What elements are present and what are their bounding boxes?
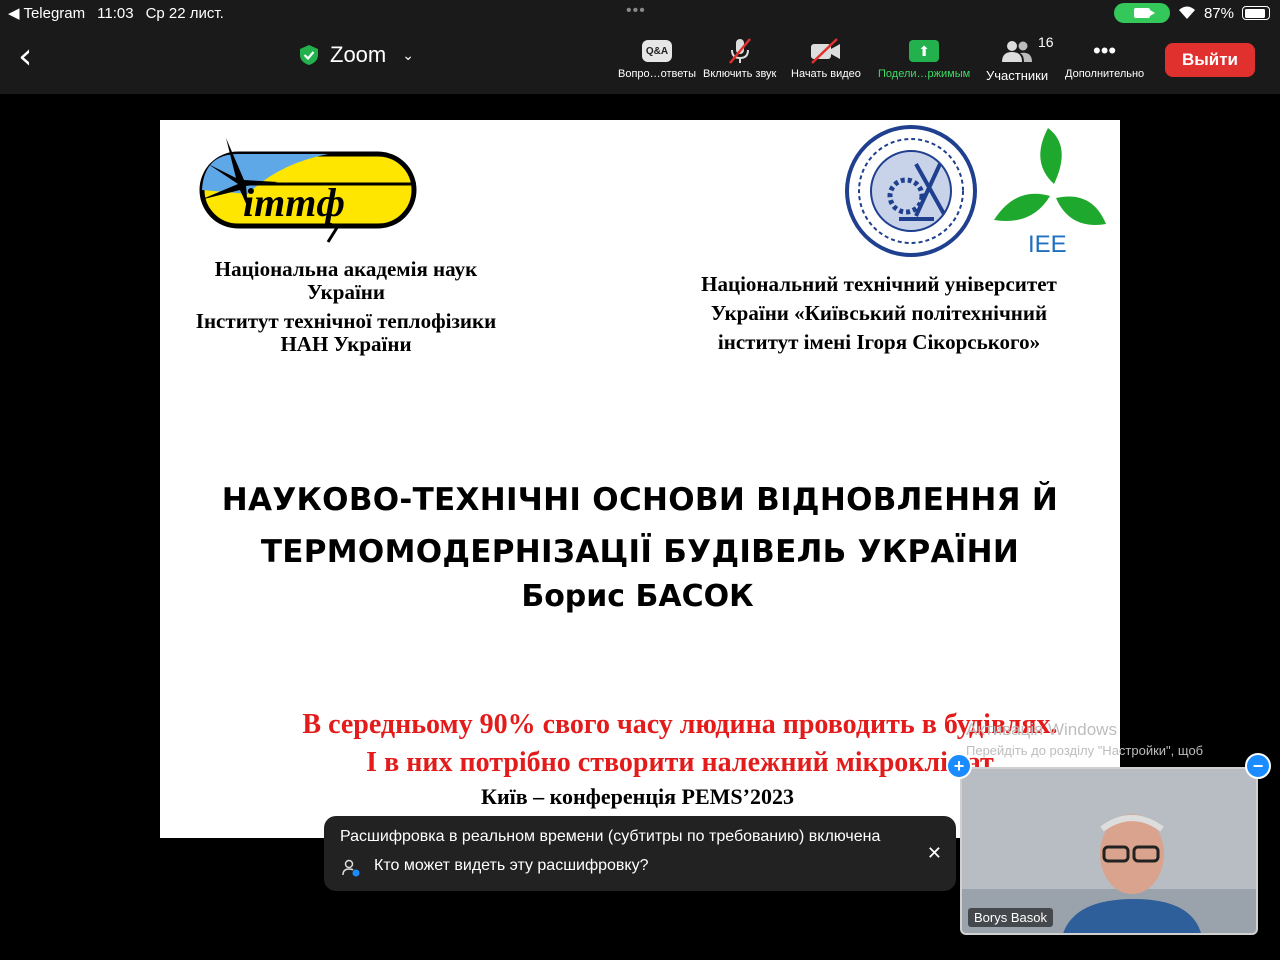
camera-in-use-icon	[1113, 3, 1170, 23]
windows-activation-watermark: Активація Windows	[966, 720, 1117, 739]
participants-icon	[1002, 41, 1033, 62]
battery-percent: 87%	[1203, 4, 1234, 22]
transcription-status-text: Расшифровка в реальном времени (субтитры…	[340, 828, 881, 845]
more-dots-icon: •••	[1093, 38, 1117, 63]
ittf-logo-text: іттф	[243, 180, 345, 225]
kpi-seal-icon	[845, 125, 977, 257]
leave-button[interactable]: Выйти	[1165, 43, 1255, 77]
back-to-app-link[interactable]: ◀ Telegram	[8, 4, 85, 22]
unmute-label: Включить звук	[703, 68, 777, 80]
status-bar: ◀ Telegram 11:03 Ср 22 лист. ••• 87%	[0, 0, 1280, 26]
back-app-label: Telegram	[23, 5, 86, 22]
share-label: Подели…ржимым	[878, 68, 971, 80]
muted-mic-icon	[728, 38, 751, 64]
left-organization: Національна академія наук України Інстит…	[160, 258, 532, 356]
close-icon[interactable]: ✕	[927, 843, 942, 864]
zoom-toolbar: ‹ Zoom ⌄ Q&A Вопро…ответы Включить звук …	[0, 26, 1280, 94]
share-screen-button[interactable]: ⬆ Подели…ржимым	[878, 34, 970, 80]
iee-logo-icon: IEE	[994, 128, 1106, 258]
viewer-person-icon	[342, 859, 360, 877]
qa-button[interactable]: Q&A Вопро…ответы	[618, 34, 696, 80]
qa-label: Вопро…ответы	[618, 68, 696, 80]
left-org-line: України	[306, 280, 385, 304]
participants-label: Участники	[986, 68, 1049, 83]
status-time: 11:03	[97, 4, 134, 22]
expand-video-button[interactable]: +	[946, 753, 972, 779]
minimize-video-button[interactable]: −	[1245, 753, 1271, 779]
slide-title: НАУКОВО-ТЕХНІЧНІ ОСНОВИ ВІДНОВЛЕННЯ Й ТЕ…	[190, 474, 1090, 578]
shield-icon	[300, 45, 318, 65]
status-date: Ср 22 лист.	[145, 4, 224, 22]
share-arrow-icon: ⬆	[909, 40, 940, 62]
windows-activation-hint: Перейдіть до розділу "Настройки", щоб	[966, 743, 1204, 758]
slide-title-line: ТЕРМОМОДЕРНІЗАЦІЇ БУДІВЕЛЬ УКРАЇНИ	[260, 534, 1020, 570]
wifi-icon	[1178, 6, 1195, 19]
left-org-line: Національна академія наук	[214, 257, 478, 281]
participant-video-thumbnail[interactable]: Borys Basok	[960, 767, 1258, 935]
left-org-line: НАН України	[280, 332, 412, 356]
participant-name: Borys Basok	[968, 908, 1053, 927]
multitask-dots-icon[interactable]: •••	[626, 2, 646, 20]
who-can-see-link[interactable]: Кто может видеть эту расшифровку?	[374, 857, 649, 875]
status-right: 87%	[1113, 3, 1270, 23]
right-org-line: інститут імені Ігоря Сікорського»	[717, 330, 1041, 354]
right-organization: Національний технічний університет Украї…	[660, 270, 1098, 357]
ittf-logo-icon: іттф	[199, 138, 417, 243]
start-video-label: Начать видео	[791, 68, 861, 80]
app-title: Zoom	[330, 42, 387, 67]
transcription-banner: Расшифровка в реальном времени (субтитры…	[324, 816, 956, 891]
iee-logo-text: IEE	[1028, 231, 1067, 258]
status-left: ◀ Telegram 11:03 Ср 22 лист.	[8, 4, 224, 23]
start-video-button[interactable]: Начать видео	[791, 34, 861, 80]
right-org-line: України «Київський політехнічний	[710, 301, 1048, 325]
qa-icon: Q&A	[641, 40, 672, 62]
left-org-line: Інститут технічної теплофізики	[195, 309, 497, 333]
more-button[interactable]: ••• Дополнительно	[1065, 34, 1144, 80]
right-org-line: Національний технічний університет	[701, 272, 1057, 296]
slide-title-line: НАУКОВО-ТЕХНІЧНІ ОСНОВИ ВІДНОВЛЕННЯ Й	[221, 482, 1059, 518]
slide-author: Борис БАСОК	[521, 579, 754, 614]
chevron-down-icon: ⌄	[402, 46, 414, 63]
back-chevron-icon[interactable]: ‹	[18, 36, 32, 77]
unmute-button[interactable]: Включить звук	[703, 34, 776, 80]
battery-icon	[1242, 6, 1270, 20]
video-off-icon	[810, 38, 840, 64]
participants-count: 16	[1038, 34, 1054, 50]
meeting-title[interactable]: Zoom ⌄	[298, 42, 414, 68]
more-label: Дополнительно	[1065, 68, 1145, 80]
